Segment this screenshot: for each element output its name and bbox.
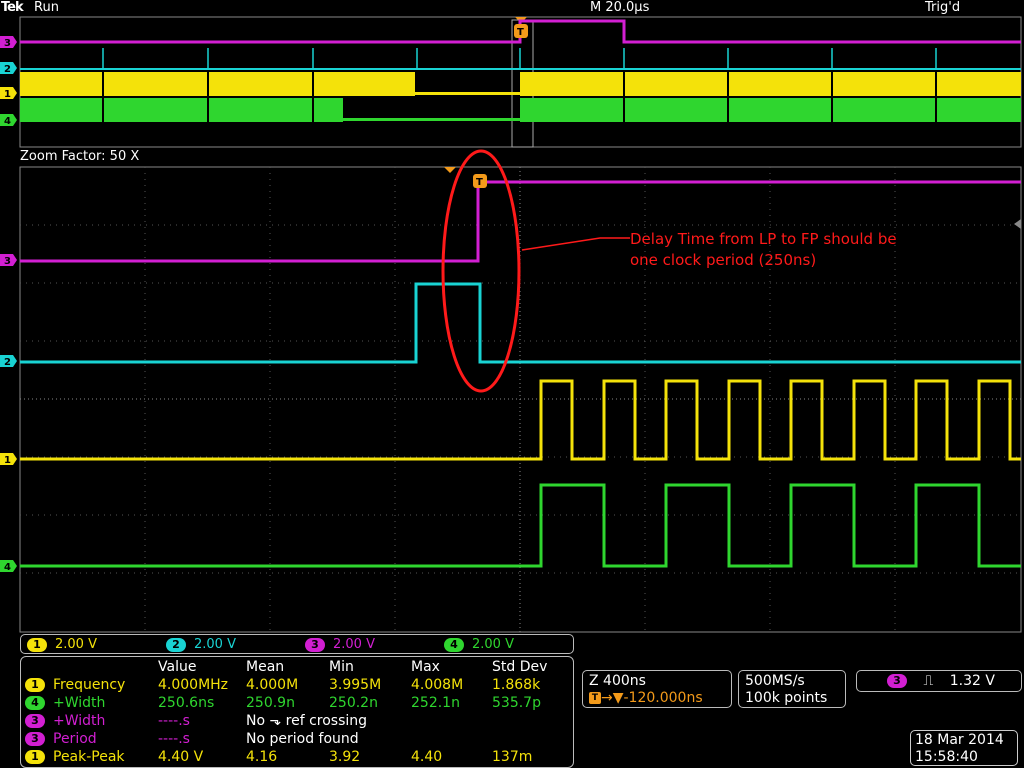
trigger-source-chip: 3 bbox=[887, 674, 907, 688]
time: 15:58:40 bbox=[915, 749, 978, 765]
trigger-readout[interactable]: 3 ⎍ 1.32 V bbox=[856, 670, 1022, 692]
col-mean: Mean bbox=[246, 659, 285, 675]
svg-text:2: 2 bbox=[4, 64, 11, 75]
svg-text:2: 2 bbox=[4, 357, 11, 368]
zoom-horizontal-readout[interactable]: Z 400ns T →▼-120.000ns bbox=[582, 670, 732, 708]
zoom-scale: Z 400ns bbox=[589, 673, 646, 689]
overview-ch1-marker: 1 bbox=[0, 87, 17, 100]
overview-ch4-band bbox=[20, 98, 343, 122]
meas-value: ----.s bbox=[158, 731, 190, 747]
meas-ch-chip: 3 bbox=[25, 714, 45, 728]
meas-name: Frequency bbox=[53, 677, 126, 693]
meas-ch-chip: 1 bbox=[25, 678, 45, 692]
meas-max: 4.008M bbox=[411, 677, 464, 693]
zoom-ch1-marker: 1 bbox=[0, 453, 17, 466]
meas-mean: 250.9n bbox=[246, 695, 295, 711]
meas-min: 250.2n bbox=[329, 695, 378, 711]
svg-text:1: 1 bbox=[4, 89, 11, 100]
meas-stddev: 535.7p bbox=[492, 695, 541, 711]
meas-row[interactable]: 1 Frequency 4.000MHz 4.000M 3.995M 4.008M… bbox=[21, 676, 575, 694]
meas-max: 4.40 bbox=[411, 749, 443, 765]
overview-ch3-marker: 3 bbox=[0, 36, 17, 49]
meas-name: Period bbox=[53, 731, 97, 747]
measurements-panel[interactable]: Value Mean Min Max Std Dev 1 Frequency 4.… bbox=[20, 656, 574, 768]
meas-mean: 4.16 bbox=[246, 749, 278, 765]
overview-ch4-marker: 4 bbox=[0, 114, 17, 127]
meas-max: 252.1n bbox=[411, 695, 460, 711]
col-max: Max bbox=[411, 659, 440, 675]
meas-stddev: 137m bbox=[492, 749, 533, 765]
measurements-header: Value Mean Min Max Std Dev bbox=[21, 658, 575, 676]
meas-note: No period found bbox=[246, 731, 359, 747]
meas-ch-chip: 4 bbox=[25, 696, 45, 710]
meas-row[interactable]: 3 Period ----.s No period found bbox=[21, 730, 575, 748]
meas-row[interactable]: 3 +Width ----.s No ⬎ ref crossing bbox=[21, 712, 575, 730]
svg-text:4: 4 bbox=[4, 562, 11, 573]
svg-text:T: T bbox=[517, 27, 524, 38]
arrow-right-icon: → bbox=[601, 690, 613, 706]
svg-text:4: 4 bbox=[4, 116, 11, 127]
overview-ch1-band bbox=[20, 72, 415, 96]
ch2-chip: 2 bbox=[166, 637, 186, 652]
ch1-chip: 1 bbox=[27, 637, 47, 652]
ch2-scale[interactable]: 2 2.00 V bbox=[166, 637, 236, 653]
ch4-scale[interactable]: 4 2.00 V bbox=[444, 637, 514, 653]
scope-display: 3 2 1 4 T 3 2 1 4 T bbox=[0, 16, 1022, 633]
date: 18 Mar 2014 bbox=[915, 732, 1004, 748]
zoom-channel-markers: 3 2 1 4 bbox=[0, 254, 17, 573]
meas-note: No ⬎ ref crossing bbox=[246, 713, 368, 729]
ch2-scale-value: 2.00 V bbox=[194, 637, 236, 652]
zoom-ch4-marker: 4 bbox=[0, 560, 17, 573]
record-length: 100k points bbox=[745, 690, 828, 706]
meas-name: +Width bbox=[53, 695, 106, 711]
ch1-scale[interactable]: 1 2.00 V bbox=[27, 637, 97, 653]
ch1-scale-value: 2.00 V bbox=[55, 637, 97, 652]
overview-trigger-marker: T bbox=[514, 24, 528, 38]
overview-channel-markers: 3 2 1 4 bbox=[0, 36, 17, 127]
horizontal-position: ▼-120.000ns bbox=[612, 690, 703, 706]
overview-ch2-marker: 2 bbox=[0, 62, 17, 75]
meas-value: 4.40 V bbox=[158, 749, 204, 765]
sample-rate: 500MS/s bbox=[745, 673, 805, 689]
datetime-readout: 18 Mar 2014 15:58:40 bbox=[910, 730, 1018, 766]
ch4-scale-value: 2.00 V bbox=[472, 637, 514, 652]
col-stddev: Std Dev bbox=[492, 659, 548, 675]
acquisition-readout[interactable]: 500MS/s 100k points bbox=[738, 670, 846, 708]
col-value: Value bbox=[158, 659, 197, 675]
meas-name: +Width bbox=[53, 713, 106, 729]
svg-text:T: T bbox=[476, 177, 483, 188]
meas-name: Peak-Peak bbox=[53, 749, 125, 765]
zoom-ch2-marker: 2 bbox=[0, 355, 17, 368]
zoom-factor-label: Zoom Factor: 50 X bbox=[20, 149, 140, 164]
ch3-scale[interactable]: 3 2.00 V bbox=[305, 637, 375, 653]
annotation-line-1: Delay Time from LP to FP should be bbox=[630, 230, 897, 248]
ch3-chip: 3 bbox=[305, 637, 325, 652]
channel-scale-bar: 1 2.00 V 2 2.00 V 3 2.00 V 4 2.00 V bbox=[20, 634, 574, 654]
rising-edge-icon: ⎍ bbox=[923, 673, 934, 689]
annotation-line-2: one clock period (250ns) bbox=[630, 251, 817, 269]
svg-text:3: 3 bbox=[4, 38, 11, 49]
meas-ch-chip: 3 bbox=[25, 732, 45, 746]
zoom-trigger-marker: T bbox=[473, 174, 487, 188]
meas-row[interactable]: 4 +Width 250.6ns 250.9n 250.2n 252.1n 535… bbox=[21, 694, 575, 712]
meas-value: ----.s bbox=[158, 713, 190, 729]
ch3-scale-value: 2.00 V bbox=[333, 637, 375, 652]
svg-text:3: 3 bbox=[4, 256, 11, 267]
meas-ch-chip: 1 bbox=[25, 750, 45, 764]
meas-mean: 4.000M bbox=[246, 677, 299, 693]
trigger-position-icon: T bbox=[589, 692, 601, 704]
svg-text:1: 1 bbox=[4, 455, 11, 466]
annotation-text: Delay Time from LP to FP should be one c… bbox=[630, 229, 897, 271]
trigger-level: 1.32 V bbox=[949, 673, 995, 689]
meas-min: 3.995M bbox=[329, 677, 382, 693]
col-min: Min bbox=[329, 659, 354, 675]
meas-min: 3.92 bbox=[329, 749, 361, 765]
meas-value: 250.6ns bbox=[158, 695, 215, 711]
meas-row[interactable]: 1 Peak-Peak 4.40 V 4.16 3.92 4.40 137m bbox=[21, 748, 575, 766]
meas-value: 4.000MHz bbox=[158, 677, 229, 693]
meas-stddev: 1.868k bbox=[492, 677, 541, 693]
ch4-chip: 4 bbox=[444, 637, 464, 652]
zoom-ch3-marker: 3 bbox=[0, 254, 17, 267]
